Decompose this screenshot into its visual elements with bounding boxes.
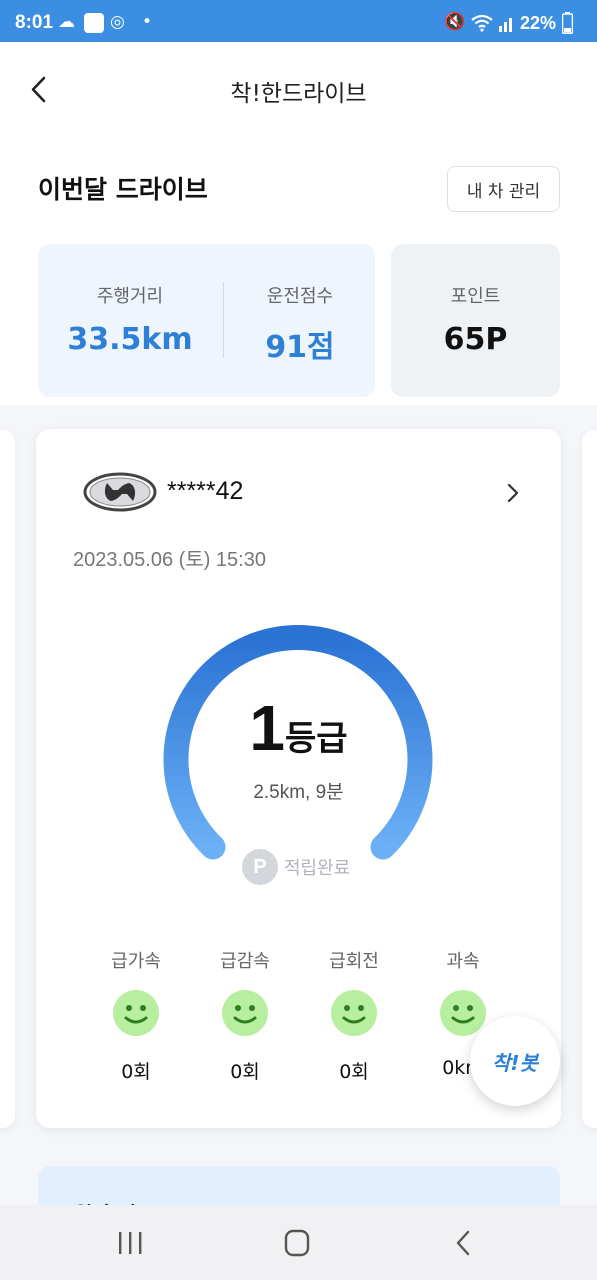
mute-icon: 🔇 [444, 12, 466, 32]
event-count: 0회 [121, 1061, 151, 1083]
event-label: 급감속 [220, 951, 270, 972]
event-label: 과속 [446, 951, 480, 972]
distance-value: 33.5km [67, 322, 193, 357]
dot-icon: • [142, 12, 153, 32]
score-value: 91점 [265, 330, 335, 365]
score-label: 운전점수 [266, 286, 334, 307]
chatbot-button[interactable]: 착!봇 [470, 1016, 560, 1106]
hyundai-logo [83, 472, 157, 512]
battery-icon [562, 12, 573, 34]
app-notification-icon [84, 13, 104, 33]
status-time: 8:01 [15, 12, 54, 33]
signal-icon [499, 18, 512, 32]
smiley-icon [440, 990, 486, 1036]
score-stat: 운전점수 91점 [216, 282, 384, 366]
car-plate-number: *****42 [167, 477, 244, 505]
smiley-icon [331, 990, 377, 1036]
points-label: 포인트 [450, 286, 501, 307]
points-earn-status: P 적립완료 [242, 849, 350, 885]
points-badge-icon: P [242, 849, 278, 885]
distance-label: 주행거리 [96, 286, 164, 307]
previous-trip-card[interactable] [0, 430, 15, 1128]
home-icon[interactable] [277, 1227, 317, 1259]
event-hard-braking: 급감속 0회 [190, 947, 300, 1084]
status-bar: 8:01 ☁ ◎ • 🔇 22% [0, 0, 597, 42]
event-label: 급가속 [111, 951, 161, 972]
event-sharp-turn: 급회전 0회 [299, 947, 409, 1084]
grade-unit: 등급 [285, 719, 348, 759]
trip-card[interactable]: *****42 2023.05.06 (토) 15:30 1등급 2.5km, … [36, 429, 561, 1128]
app-header: 착!한드라이브 [0, 42, 597, 134]
grade-number: 1 [249, 692, 286, 764]
page-title: 착!한드라이브 [230, 81, 367, 107]
next-trip-card[interactable] [582, 430, 597, 1128]
event-count: 0회 [339, 1061, 369, 1083]
recents-icon[interactable] [110, 1227, 150, 1259]
monthly-drive-title: 이번달 드라이브 [38, 175, 208, 204]
system-nav-bar [0, 1205, 597, 1280]
driving-events: 급가속 0회 급감속 0회 급회전 0회 과속 0km [81, 947, 521, 1083]
monthly-stats-box: 주행거리 33.5km 운전점수 91점 [38, 244, 375, 397]
event-hard-acceleration: 급가속 0회 [81, 947, 191, 1084]
wifi-icon [471, 14, 493, 32]
points-box[interactable]: 포인트 65P [391, 244, 560, 397]
trip-date: 2023.05.06 (토) 15:30 [73, 549, 266, 571]
trip-distance-time: 2.5km, 9분 [253, 782, 344, 803]
points-value: 65P [443, 322, 508, 357]
my-car-manage-button[interactable]: 내 차 관리 [447, 166, 560, 212]
back-icon[interactable] [444, 1227, 484, 1259]
smiley-icon [113, 990, 159, 1036]
event-label: 급회전 [329, 951, 379, 972]
battery-percent: 22% [520, 13, 557, 33]
grade-display: 1등급 [36, 691, 561, 765]
cloud-icon: ☁ [58, 12, 75, 32]
chevron-right-icon[interactable] [503, 481, 523, 505]
distance-stat: 주행거리 33.5km [46, 282, 214, 357]
sync-icon: ◎ [110, 12, 125, 32]
earn-status-text: 적립완료 [284, 858, 351, 879]
event-count: 0회 [230, 1061, 260, 1083]
smiley-icon [222, 990, 268, 1036]
